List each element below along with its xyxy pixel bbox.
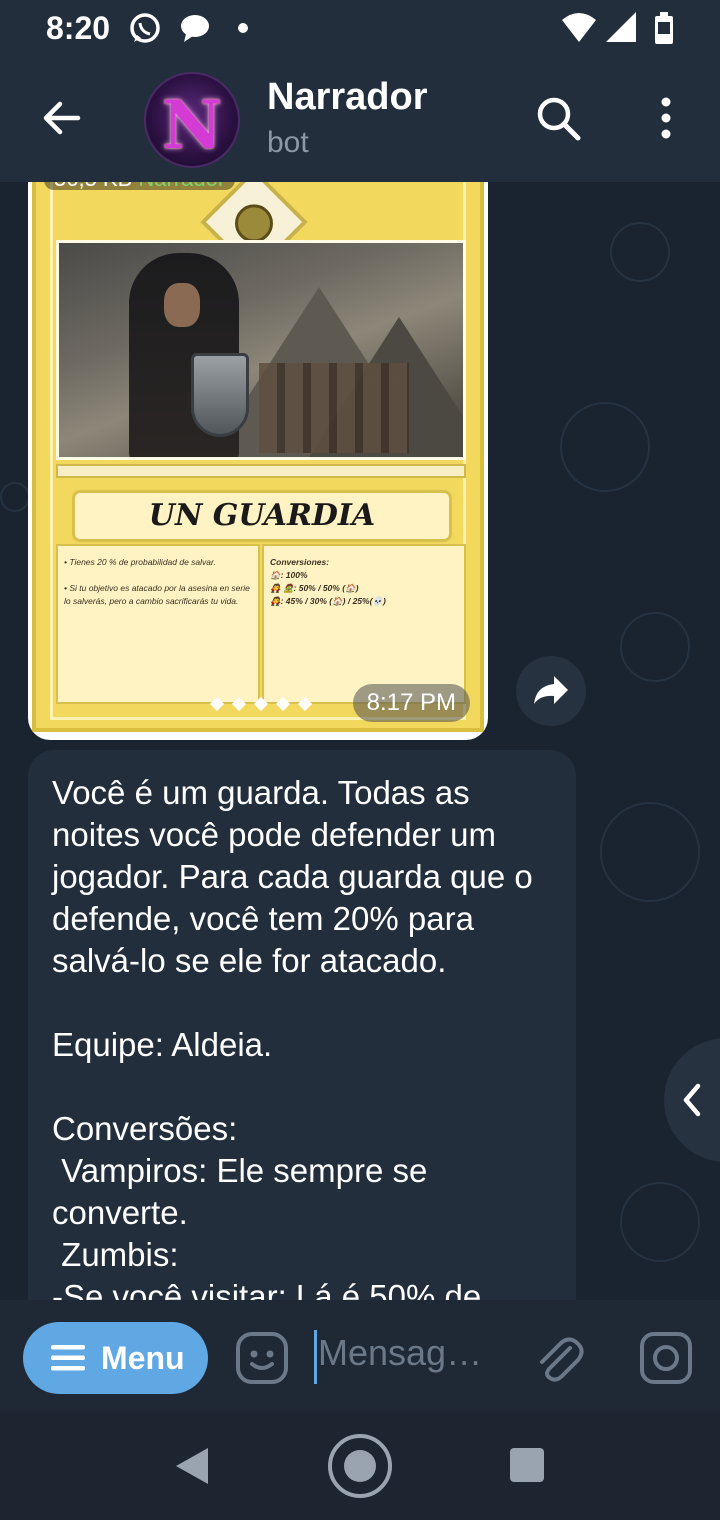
- card-conversions-panel: Conversiones: 🏠: 100% 🧛 🧟: 50% / 50% (🏠)…: [262, 544, 466, 704]
- background-doodle: [560, 402, 650, 492]
- card-title-banner: UN GUARDIA: [72, 490, 452, 542]
- background-doodle: [620, 1182, 700, 1262]
- menu-lines-icon: [51, 1345, 85, 1371]
- background-doodle: [620, 612, 690, 682]
- chat-subtitle: bot: [267, 126, 309, 159]
- guard-face: [164, 283, 200, 327]
- message-input-bar: Menu Mensag…: [0, 1300, 720, 1412]
- sender-name: Narrador: [138, 182, 225, 191]
- more-options-icon[interactable]: [640, 92, 692, 144]
- village-shape: [259, 363, 409, 453]
- side-panel-toggle[interactable]: [664, 1038, 720, 1162]
- background-doodle: [0, 482, 30, 512]
- camera-icon[interactable]: [638, 1330, 694, 1386]
- role-card-image[interactable]: UN GUARDIA • Tienes 20 % de probabilidad…: [32, 182, 484, 732]
- whatsapp-icon: [130, 13, 160, 43]
- photo-timestamp: 8:17 PM: [352, 684, 470, 722]
- nav-home-dot: [344, 1450, 376, 1482]
- menu-button[interactable]: Menu: [23, 1322, 208, 1394]
- background-doodle: [600, 802, 700, 902]
- card-title: UN GUARDIA: [148, 498, 376, 533]
- decoration-dot: [209, 696, 225, 712]
- card-conversions-text: Conversiones: 🏠: 100% 🧛 🧟: 50% / 50% (🏠)…: [270, 557, 386, 606]
- file-size-label: 56,5 KB Narrador: [44, 182, 236, 191]
- shield-shape: [191, 353, 249, 437]
- menu-label: Menu: [101, 1340, 185, 1376]
- status-time: 8:20: [46, 10, 111, 46]
- decoration-dot: [275, 696, 291, 712]
- chat-title[interactable]: Narrador: [267, 76, 428, 119]
- battery-icon: [655, 12, 673, 44]
- chat-header: N Narrador bot: [0, 58, 720, 182]
- card-description-text: • Tienes 20 % de probabilidad de salvar.…: [64, 557, 250, 606]
- nav-home-icon[interactable]: [328, 1434, 392, 1498]
- status-bar: 8:20: [0, 0, 720, 58]
- message-input[interactable]: Mensag…: [318, 1332, 498, 1374]
- search-icon[interactable]: [532, 92, 584, 144]
- file-size: 56,5 KB: [54, 182, 132, 191]
- chevron-left-icon: [683, 1083, 701, 1117]
- message-text: Você é um guarda. Todas as noites você p…: [52, 774, 533, 1300]
- background-doodle: [610, 222, 670, 282]
- decoration-dot: [253, 696, 269, 712]
- back-arrow-icon[interactable]: [38, 94, 86, 142]
- system-nav-bar: [0, 1412, 720, 1520]
- sticker-icon[interactable]: [234, 1330, 290, 1386]
- avatar-letter: N: [161, 86, 223, 164]
- card-decoration-dots: [206, 696, 316, 712]
- photo-message[interactable]: UN GUARDIA • Tienes 20 % de probabilidad…: [28, 182, 488, 740]
- share-button[interactable]: [516, 656, 586, 726]
- decoration-dot: [231, 696, 247, 712]
- wifi-icon: [562, 13, 596, 42]
- decoration-dot: [297, 696, 313, 712]
- nav-back-icon[interactable]: [176, 1448, 208, 1484]
- chat-area[interactable]: UN GUARDIA • Tienes 20 % de probabilidad…: [0, 182, 720, 1300]
- card-artwork: [56, 240, 466, 460]
- chat-bubble-icon: [181, 15, 209, 42]
- nav-recents-icon[interactable]: [510, 1448, 544, 1482]
- card-separator: [56, 464, 466, 478]
- text-message[interactable]: Você é um guarda. Todas as noites você p…: [28, 750, 576, 1300]
- attach-icon[interactable]: [530, 1330, 586, 1386]
- share-arrow-icon: [534, 676, 568, 704]
- text-caret: [314, 1330, 317, 1384]
- avatar[interactable]: N: [144, 72, 240, 168]
- dot-icon: [238, 23, 248, 33]
- signal-icon: [606, 12, 636, 42]
- card-description-panel: • Tienes 20 % de probabilidad de salvar.…: [56, 544, 260, 704]
